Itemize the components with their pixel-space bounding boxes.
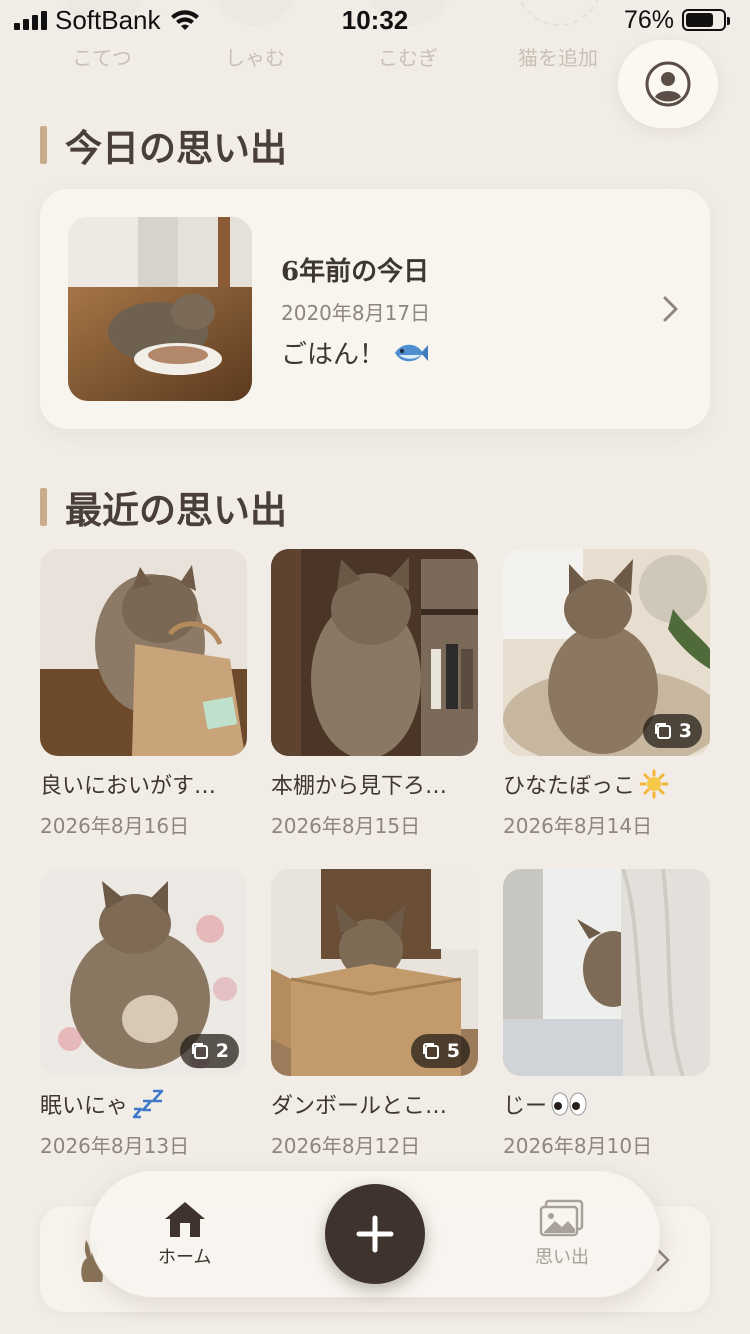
section-title-text: 最近の思い出 <box>65 488 287 532</box>
memory-date: 2026年8月10日 <box>503 1134 653 1158</box>
plus-icon <box>356 1215 394 1253</box>
home-icon <box>164 1202 205 1237</box>
today-memory-card[interactable]: 6年前の今日 2020年8月17日 ごはん！ <box>40 189 710 429</box>
section-title-text: 今日の思い出 <box>65 126 287 170</box>
memory-tile[interactable]: 本棚から見下ろ… 2026年8月15日 <box>271 549 478 839</box>
memory-caption: ひなたぼっこ <box>503 774 636 799</box>
photos-icon <box>539 1199 584 1237</box>
memory-tile[interactable]: 5 ダンボールとこ… 2026年8月12日 <box>271 869 478 1159</box>
stack-icon <box>422 1043 439 1059</box>
add-memory-button[interactable] <box>325 1184 425 1284</box>
memory-caption: ダンボールとこ… <box>271 1094 448 1119</box>
chevron-right-icon <box>663 296 678 322</box>
memory-photo: 3 <box>503 549 710 756</box>
profile-button[interactable] <box>618 40 718 128</box>
today-memory-photo <box>68 217 252 401</box>
status-left: SoftBank <box>14 5 201 36</box>
tab-memories-label: 思い出 <box>535 1247 589 1268</box>
memory-tile[interactable]: 2 眠いにゃ 2026年8月13日 <box>40 869 247 1159</box>
photo-count-badge: 5 <box>410 1034 470 1068</box>
memory-caption-row: ひなたぼっこ <box>503 768 710 800</box>
memory-photo: 2 <box>40 869 247 1076</box>
status-bar: SoftBank 10:32 76% <box>0 0 750 40</box>
today-memory-caption-row: ごはん！ <box>281 334 429 371</box>
memory-caption-row: 眠いにゃ <box>40 1088 247 1120</box>
memory-tile[interactable]: 3 ひなたぼっこ 2026年8月14日 <box>503 549 710 839</box>
memory-caption-row: じー <box>503 1088 710 1120</box>
memory-caption: 本棚から見下ろ… <box>271 774 448 799</box>
today-memory-caption: ごはん！ <box>281 340 386 370</box>
tab-memories[interactable]: 思い出 <box>535 1199 589 1269</box>
memory-date: 2026年8月16日 <box>40 814 190 838</box>
recent-section-title: 最近の思い出 <box>40 480 287 534</box>
memory-caption: じー <box>503 1094 548 1119</box>
photo-count-badge: 3 <box>642 714 702 748</box>
signal-icon <box>14 10 47 30</box>
today-section-title: 今日の思い出 <box>40 118 287 172</box>
carrier-label: SoftBank <box>55 4 161 35</box>
cat-tab-name[interactable]: しゃむ <box>195 42 315 71</box>
add-cat-label[interactable]: 猫を追加 <box>498 42 618 71</box>
stack-icon <box>191 1043 208 1059</box>
today-memory-heading: 6年前の今日 <box>281 257 430 287</box>
memory-date: 2026年8月12日 <box>271 1134 421 1158</box>
cat-tab-name[interactable]: こむぎ <box>348 42 468 71</box>
today-memory-date: 2020年8月17日 <box>281 301 431 325</box>
memory-photo: 5 <box>271 869 478 1076</box>
battery-percent: 76% <box>623 5 674 34</box>
memory-tile[interactable]: じー 2026年8月10日 <box>503 869 710 1159</box>
wifi-icon <box>170 10 199 30</box>
tab-home-label: ホーム <box>158 1247 212 1268</box>
photo-count: 2 <box>215 1040 229 1062</box>
photo-count: 3 <box>678 720 692 742</box>
memory-photo <box>271 549 478 756</box>
battery-icon <box>682 9 730 31</box>
memory-date: 2026年8月15日 <box>271 814 421 838</box>
fish-icon <box>395 344 429 361</box>
status-right: 76% <box>623 5 730 35</box>
zzz-icon <box>132 1089 164 1119</box>
memory-tile[interactable]: 良いにおいがす… 2026年8月16日 <box>40 549 247 839</box>
memory-photo <box>503 869 710 1076</box>
photo-count: 5 <box>446 1040 460 1062</box>
memory-caption: 眠いにゃ <box>40 1094 129 1119</box>
accent-bar <box>40 488 47 526</box>
accent-bar <box>40 126 47 164</box>
photo-count-badge: 2 <box>179 1034 239 1068</box>
stack-icon <box>654 723 671 739</box>
memory-photo <box>40 549 247 756</box>
cat-tab-name[interactable]: こてつ <box>42 42 162 71</box>
memory-caption: 良いにおいがす… <box>40 774 217 799</box>
memory-date: 2026年8月13日 <box>40 1134 190 1158</box>
tab-home[interactable]: ホーム <box>158 1199 211 1269</box>
memory-date: 2026年8月14日 <box>503 814 653 838</box>
user-icon <box>645 61 691 107</box>
eyes-icon <box>551 1092 587 1116</box>
sun-icon <box>639 769 669 799</box>
